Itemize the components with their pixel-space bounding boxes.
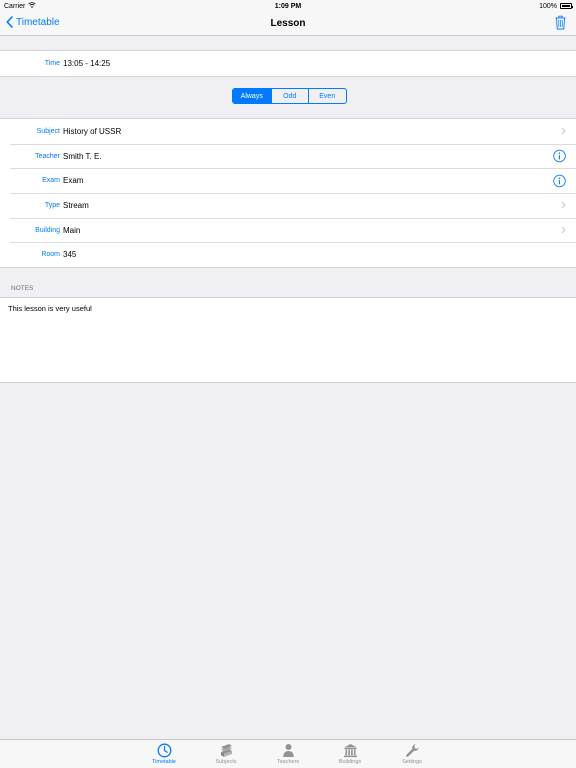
tab-settings-label: Settings xyxy=(402,759,422,765)
building-value: Main xyxy=(63,225,81,235)
tab-teachers-label: Teachers xyxy=(276,759,300,765)
tab-subjects-label: Subjects xyxy=(215,759,237,765)
tab-buildings[interactable]: Buildings xyxy=(319,740,381,768)
tab-timetable[interactable]: Timetable xyxy=(133,740,195,768)
info-icon xyxy=(553,149,566,163)
segment-odd[interactable]: Odd xyxy=(270,89,309,103)
room-value: 345 xyxy=(63,250,77,260)
chevron-right-icon xyxy=(561,226,566,234)
tab-settings[interactable]: Settings xyxy=(381,740,443,768)
trash-icon xyxy=(555,15,566,30)
status-bar: Carrier 1:09 PM 100% xyxy=(0,0,576,12)
status-time: 1:09 PM xyxy=(274,2,302,10)
info-icon xyxy=(553,174,566,187)
navigation-bar: Timetable Lesson xyxy=(0,12,576,36)
page-title: Lesson xyxy=(270,18,306,29)
segment-always[interactable]: Always xyxy=(233,89,271,103)
exam-info-button[interactable] xyxy=(553,174,566,187)
details-section: Subject History of USSR Teacher Smith T.… xyxy=(0,118,576,269)
teacher-value: Smith T. E. xyxy=(63,151,102,161)
tab-bar: Timetable Subjects Teachers Buildings Se… xyxy=(0,739,576,768)
room-row[interactable]: Room 345 xyxy=(0,242,576,267)
exam-row[interactable]: Exam Exam xyxy=(0,168,576,193)
person-icon xyxy=(282,744,294,757)
type-value: Stream xyxy=(63,200,89,210)
battery-icon xyxy=(560,3,574,9)
carrier-label: Carrier xyxy=(4,2,26,10)
chevron-right-icon xyxy=(561,127,566,135)
tab-timetable-label: Timetable xyxy=(152,759,176,765)
tab-teachers[interactable]: Teachers xyxy=(257,740,319,768)
wifi-icon xyxy=(28,2,37,10)
notes-header: NOTES xyxy=(11,285,34,292)
notes-text: This lesson is very useful xyxy=(8,304,92,313)
clock-icon xyxy=(157,743,171,758)
teacher-label: Teacher xyxy=(35,152,60,160)
segment-even[interactable]: Even xyxy=(308,89,346,103)
time-label: Time xyxy=(44,59,60,67)
trash-button[interactable] xyxy=(555,15,566,35)
tab-buildings-label: Buildings xyxy=(338,759,362,765)
subject-value: History of USSR xyxy=(63,126,122,136)
type-label: Type xyxy=(44,201,60,209)
exam-value: Exam xyxy=(63,176,84,186)
building-icon xyxy=(343,744,357,758)
battery-percent: 100% xyxy=(539,2,557,10)
tab-subjects[interactable]: Subjects xyxy=(195,740,257,768)
time-row[interactable]: Time 13:05 - 14:25 xyxy=(0,51,576,76)
subject-label: Subject xyxy=(36,127,60,135)
wrench-icon xyxy=(405,744,419,757)
time-value: 13:05 - 14:25 xyxy=(63,58,111,68)
type-row[interactable]: Type Stream xyxy=(0,193,576,218)
week-parity-segmented-control: Always Odd Even xyxy=(232,88,347,104)
notes-text-area[interactable]: This lesson is very useful xyxy=(0,297,576,383)
teacher-info-button[interactable] xyxy=(553,149,566,163)
building-label: Building xyxy=(35,226,60,234)
exam-label: Exam xyxy=(42,177,60,185)
time-section: Time 13:05 - 14:25 xyxy=(0,50,576,77)
teacher-row[interactable]: Teacher Smith T. E. xyxy=(0,143,576,169)
books-icon xyxy=(220,744,232,757)
building-row[interactable]: Building Main xyxy=(0,217,576,243)
room-label: Room xyxy=(41,251,60,259)
subject-row[interactable]: Subject History of USSR xyxy=(0,119,576,144)
chevron-right-icon xyxy=(561,202,566,209)
